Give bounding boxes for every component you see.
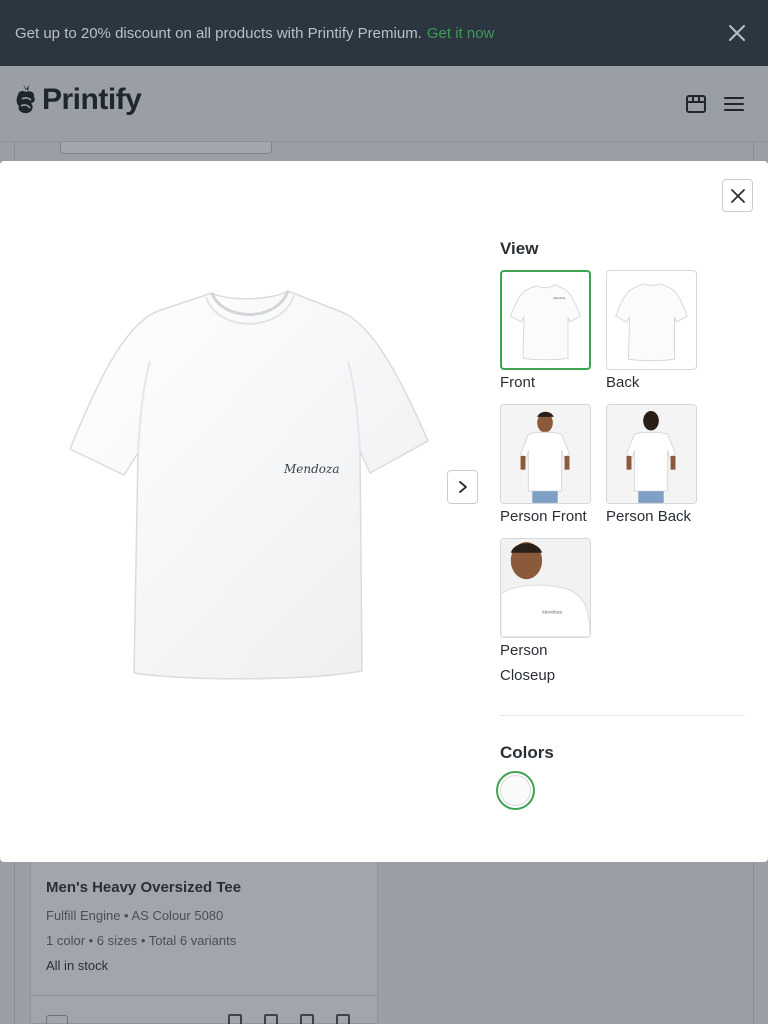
tshirt-back-thumbnail	[615, 283, 688, 362]
edit-icon[interactable]	[228, 1014, 242, 1024]
view-thumb-back[interactable]	[606, 270, 697, 370]
product-card-provider: Fulfill Engine • AS Colour 5080	[46, 908, 224, 923]
close-icon	[730, 188, 745, 203]
shirt-print-text: Mendoza	[283, 462, 340, 476]
section-divider	[500, 715, 745, 716]
product-card-actions	[228, 1014, 358, 1024]
view-section-title: View	[500, 239, 539, 258]
tshirt-front-image: Mendoza	[69, 290, 429, 680]
person-back-thumbnail	[607, 405, 696, 503]
person-closeup-thumbnail: Mendoza	[501, 539, 590, 637]
svg-text:Mendoza: Mendoza	[554, 296, 566, 300]
view-label-person-back: Person Back	[606, 508, 692, 525]
hamburger-menu-icon[interactable]	[723, 93, 745, 115]
view-thumb-person-front[interactable]	[500, 404, 591, 504]
store-icon[interactable]	[684, 92, 708, 116]
product-card-checkbox[interactable]	[46, 1015, 68, 1024]
product-card-divider	[30, 995, 378, 996]
view-label-front: Front	[500, 374, 536, 391]
product-card-title: Men's Heavy Oversized Tee	[46, 879, 242, 896]
brand-name: Printify	[42, 83, 142, 116]
printify-logo[interactable]: Printify	[14, 82, 142, 118]
view-thumb-front[interactable]: Mendoza	[500, 270, 591, 370]
promo-banner: Get up to 20% discount on all products w…	[0, 0, 768, 66]
view-thumb-person-closeup[interactable]: Mendoza	[500, 538, 591, 638]
color-swatch-fill	[500, 775, 531, 806]
close-banner-icon[interactable]	[726, 22, 748, 44]
view-label-person-closeup-line1: Person	[500, 642, 548, 659]
view-label-back: Back	[606, 374, 640, 391]
colors-section-title: Colors	[500, 743, 554, 762]
tshirt-front-thumbnail: Mendoza	[510, 284, 581, 361]
color-swatch-white[interactable]	[496, 771, 535, 810]
get-premium-link[interactable]: Get it now	[427, 25, 495, 42]
view-label-person-closeup-line2: Closeup	[500, 667, 556, 684]
copy-icon[interactable]	[264, 1014, 278, 1024]
promo-banner-text: Get up to 20% discount on all products w…	[15, 24, 422, 42]
chevron-right-icon	[458, 481, 467, 493]
next-image-button[interactable]	[447, 470, 478, 504]
background-dropdown	[60, 142, 272, 154]
person-front-thumbnail	[501, 405, 590, 503]
product-preview-modal: Mendoza View Mendoza Front Back Person F…	[0, 161, 768, 862]
view-thumb-person-back[interactable]	[606, 404, 697, 504]
product-card-variants: 1 color • 6 sizes • Total 6 variants	[46, 933, 237, 948]
product-card-stock: All in stock	[46, 958, 109, 973]
close-modal-button[interactable]	[722, 179, 753, 212]
view-label-person-front: Person Front	[500, 508, 587, 525]
alert-icon[interactable]	[300, 1014, 314, 1024]
svg-text:Mendoza: Mendoza	[542, 609, 562, 615]
more-icon[interactable]	[336, 1014, 350, 1024]
site-header: Printify	[0, 66, 768, 142]
product-preview-image: Mendoza	[26, 241, 472, 741]
printify-logo-icon	[16, 84, 35, 114]
